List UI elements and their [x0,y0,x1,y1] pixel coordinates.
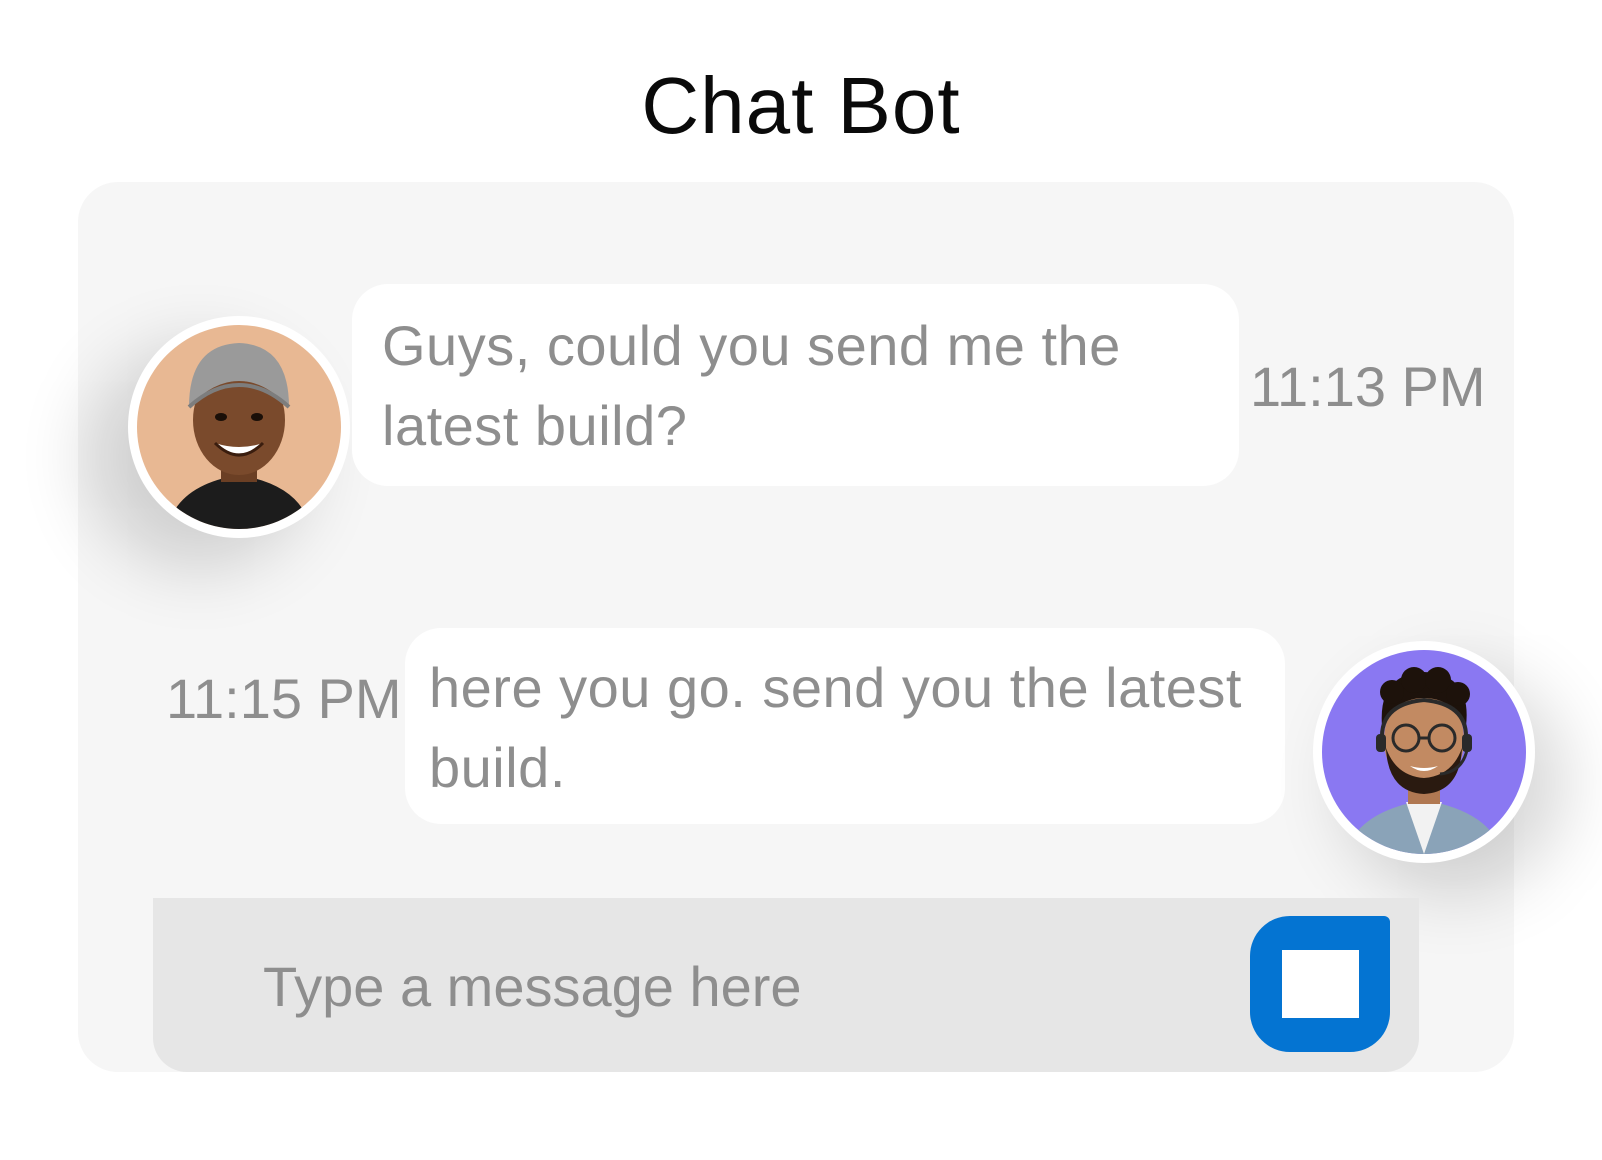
stop-square-icon [1282,950,1359,1018]
chat-bot-page: Chat Bot Guys, could you send me the lat… [0,0,1602,1160]
message-input[interactable] [263,938,1183,1034]
user-avatar-image [137,325,341,529]
page-title: Chat Bot [641,61,961,150]
message-composer [153,898,1419,1072]
agent-avatar-image [1322,650,1526,854]
message-timestamp: 11:15 PM [166,667,402,730]
message-bubble-user: Guys, could you send me the latest build… [352,284,1239,486]
message-bubble-agent: here you go. send you the latest build. [405,628,1285,824]
user-avatar [128,316,350,538]
message-timestamp: 11:13 PM [1250,355,1486,418]
send-button[interactable] [1250,916,1390,1052]
agent-avatar [1313,641,1535,863]
